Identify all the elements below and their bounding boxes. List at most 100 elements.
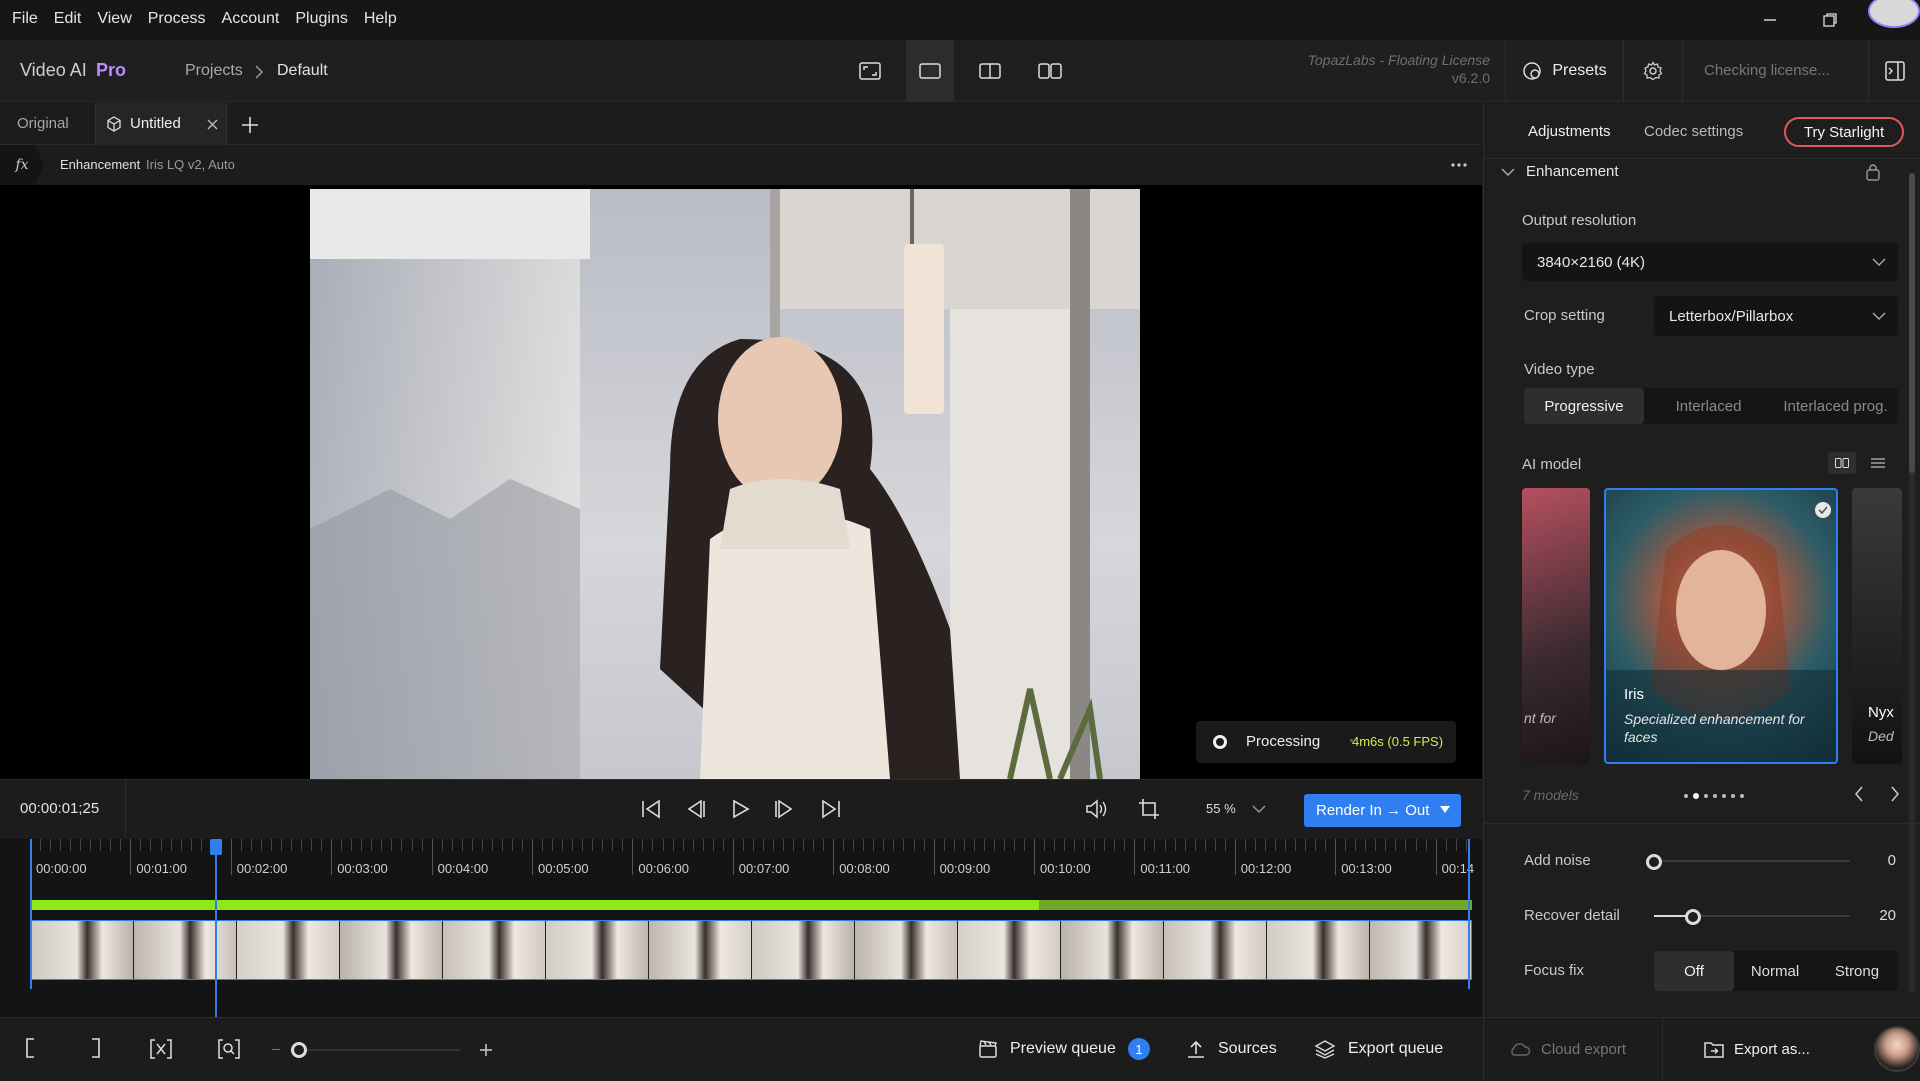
export-queue-button[interactable]: Export queue bbox=[1314, 1036, 1443, 1062]
video-viewer[interactable]: Processing 4m6s (0.5 FPS) bbox=[0, 185, 1482, 779]
carousel-dot[interactable] bbox=[1684, 794, 1688, 798]
set-in-button[interactable] bbox=[18, 1036, 42, 1060]
thumbnail-strip[interactable] bbox=[30, 920, 1472, 980]
ruler-minor-tick bbox=[1425, 839, 1427, 851]
zoom-slider-thumb[interactable] bbox=[291, 1042, 307, 1058]
playhead-handle[interactable] bbox=[209, 839, 222, 855]
recover-detail-value[interactable]: 20 bbox=[1854, 907, 1896, 924]
fx-button[interactable]: fx bbox=[0, 145, 44, 185]
focus-fix-normal[interactable]: Normal bbox=[1734, 951, 1816, 991]
next-frame-button[interactable] bbox=[770, 794, 800, 824]
section-title-enhancement[interactable]: Enhancement bbox=[1526, 163, 1619, 180]
caret-down-icon[interactable] bbox=[1440, 806, 1450, 814]
video-type-interlaced-prog[interactable]: Interlaced prog. bbox=[1773, 388, 1898, 424]
close-tab-icon[interactable] bbox=[207, 119, 218, 130]
chevron-down-icon[interactable] bbox=[1252, 805, 1266, 814]
model-card-previous[interactable]: nt for bbox=[1522, 488, 1590, 764]
add-tab-button[interactable] bbox=[236, 111, 264, 139]
zoom-level[interactable]: 55 % bbox=[1206, 801, 1236, 816]
chevron-right-icon[interactable] bbox=[1890, 786, 1900, 802]
tab-untitled[interactable]: Untitled bbox=[95, 103, 227, 145]
chevron-left-icon[interactable] bbox=[1854, 786, 1864, 802]
menu-plugins[interactable]: Plugins bbox=[287, 0, 355, 40]
zoom-in-icon[interactable] bbox=[479, 1043, 493, 1057]
go-to-end-button[interactable] bbox=[816, 794, 846, 824]
volume-button[interactable] bbox=[1082, 794, 1112, 824]
previous-frame-button[interactable] bbox=[680, 794, 710, 824]
crop-setting-dropdown[interactable]: Letterbox/Pillarbox bbox=[1654, 296, 1898, 336]
add-noise-thumb[interactable] bbox=[1646, 854, 1662, 870]
plus-icon bbox=[242, 117, 258, 133]
settings-button[interactable] bbox=[1623, 40, 1683, 102]
zoom-out-icon[interactable] bbox=[272, 1049, 280, 1050]
panel-scrollbar[interactable] bbox=[1909, 173, 1915, 993]
breadcrumb-projects[interactable]: Projects bbox=[185, 62, 243, 80]
menu-account[interactable]: Account bbox=[214, 0, 288, 40]
list-view-button[interactable] bbox=[1864, 452, 1892, 474]
chevron-down-icon bbox=[1872, 258, 1886, 266]
ruler-minor-tick bbox=[1214, 839, 1216, 851]
minimize-button[interactable] bbox=[1740, 0, 1800, 40]
focus-fix-strong[interactable]: Strong bbox=[1816, 951, 1898, 991]
panel-scrollbar-thumb[interactable] bbox=[1909, 173, 1915, 473]
cloud-export-button[interactable]: Cloud export bbox=[1509, 1036, 1626, 1062]
grid-view-button[interactable] bbox=[1828, 452, 1856, 474]
presets-button[interactable]: Presets bbox=[1505, 40, 1623, 102]
recover-detail-thumb[interactable] bbox=[1685, 909, 1702, 925]
sources-button[interactable]: Sources bbox=[1186, 1036, 1277, 1062]
timeline[interactable]: 00:00:00 00:01:00 00:02:00 00:03:00 00:04:00… bbox=[0, 839, 1482, 1017]
model-card-nyx[interactable]: Nyx Ded bbox=[1852, 488, 1902, 764]
timeline-ruler[interactable]: 00:00:00 00:01:00 00:02:00 00:03:00 00:04:00… bbox=[30, 839, 1474, 884]
export-as-button[interactable]: Export as... bbox=[1704, 1036, 1810, 1062]
model-card-iris[interactable]: Iris Specialized enhancement for faces bbox=[1604, 488, 1838, 764]
crop-button[interactable] bbox=[1134, 794, 1164, 824]
chevron-down-icon[interactable] bbox=[1501, 168, 1515, 177]
carousel-dot[interactable] bbox=[1704, 794, 1708, 798]
go-to-start-button[interactable] bbox=[636, 794, 666, 824]
focus-fix-off[interactable]: Off bbox=[1654, 951, 1734, 991]
video-type-interlaced[interactable]: Interlaced bbox=[1644, 388, 1773, 424]
add-noise-value[interactable]: 0 bbox=[1854, 852, 1896, 869]
preview-queue-button[interactable]: Preview queue 1 bbox=[978, 1036, 1150, 1062]
carousel-dot-active[interactable] bbox=[1693, 793, 1699, 799]
try-starlight-button[interactable]: Try Starlight bbox=[1784, 117, 1904, 147]
tab-codec-settings[interactable]: Codec settings bbox=[1644, 123, 1743, 140]
user-avatar[interactable] bbox=[1874, 1026, 1920, 1072]
play-button[interactable] bbox=[725, 794, 755, 824]
timecode[interactable]: 00:00:01;25 bbox=[20, 800, 99, 817]
carousel-dot[interactable] bbox=[1722, 794, 1726, 798]
menu-process[interactable]: Process bbox=[140, 0, 214, 40]
menu-help[interactable]: Help bbox=[356, 0, 405, 40]
recover-detail-slider[interactable] bbox=[1654, 915, 1850, 917]
toggle-panel-button[interactable] bbox=[1868, 40, 1920, 102]
carousel-dots[interactable] bbox=[1684, 793, 1744, 799]
video-type-progressive[interactable]: Progressive bbox=[1524, 388, 1644, 424]
add-noise-slider[interactable] bbox=[1654, 860, 1850, 862]
render-button[interactable]: Render In → Out bbox=[1304, 794, 1461, 827]
out-marker[interactable] bbox=[1468, 839, 1470, 989]
in-marker[interactable] bbox=[30, 839, 32, 989]
view-split-button[interactable] bbox=[966, 40, 1014, 102]
lock-icon[interactable] bbox=[1866, 163, 1880, 181]
breadcrumb-default[interactable]: Default bbox=[277, 62, 328, 80]
set-out-button[interactable] bbox=[84, 1036, 108, 1060]
menu-edit[interactable]: Edit bbox=[46, 0, 90, 40]
carousel-dot[interactable] bbox=[1731, 794, 1735, 798]
output-resolution-dropdown[interactable]: 3840×2160 (4K) bbox=[1522, 243, 1898, 281]
view-side-by-side-button[interactable] bbox=[1026, 40, 1074, 102]
tab-original[interactable]: Original bbox=[17, 115, 69, 132]
clear-in-out-button[interactable] bbox=[148, 1036, 174, 1062]
menu-view[interactable]: View bbox=[89, 0, 139, 40]
timeline-zoom-slider[interactable] bbox=[290, 1049, 460, 1051]
menu-file[interactable]: File bbox=[4, 0, 46, 40]
restore-button[interactable] bbox=[1800, 0, 1860, 40]
view-crop-button[interactable] bbox=[846, 40, 894, 102]
tab-adjustments[interactable]: Adjustments bbox=[1528, 123, 1611, 140]
view-single-button[interactable] bbox=[906, 40, 954, 102]
playhead[interactable] bbox=[209, 839, 222, 1017]
zoom-fit-button[interactable] bbox=[216, 1036, 242, 1062]
carousel-dot[interactable] bbox=[1740, 794, 1744, 798]
more-options-button[interactable] bbox=[1446, 153, 1472, 177]
ruler-minor-tick bbox=[361, 839, 363, 851]
carousel-dot[interactable] bbox=[1713, 794, 1717, 798]
